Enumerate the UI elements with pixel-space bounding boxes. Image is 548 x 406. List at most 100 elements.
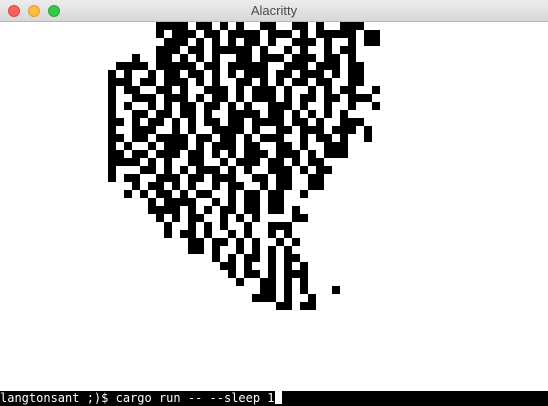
grid-cell	[276, 222, 284, 230]
grid-cell	[188, 118, 196, 126]
grid-cell	[148, 166, 156, 174]
grid-cell	[292, 158, 300, 166]
grid-cell	[236, 78, 244, 86]
grid-cell	[140, 134, 148, 142]
grid-cell	[228, 110, 236, 118]
grid-cell	[340, 126, 348, 134]
grid-cell	[212, 198, 220, 206]
grid-cell	[260, 278, 268, 286]
command-text: cargo run -- --sleep 1	[115, 391, 275, 405]
grid-cell	[252, 150, 260, 158]
terminal-area[interactable]: langtonsant ;)$ cargo run -- --sleep 1	[0, 22, 548, 406]
grid-cell	[284, 230, 292, 238]
grid-cell	[268, 38, 276, 46]
grid-cell	[220, 94, 228, 102]
grid-cell	[220, 86, 228, 94]
grid-cell	[220, 262, 228, 270]
grid-cell	[324, 38, 332, 46]
grid-cell	[164, 230, 172, 238]
grid-cell	[276, 158, 284, 166]
grid-cell	[268, 94, 276, 102]
grid-cell	[220, 142, 228, 150]
grid-cell	[284, 222, 292, 230]
grid-cell	[108, 166, 116, 174]
grid-cell	[300, 102, 308, 110]
grid-cell	[268, 294, 276, 302]
grid-cell	[164, 78, 172, 86]
grid-cell	[284, 86, 292, 94]
grid-cell	[284, 182, 292, 190]
grid-cell	[236, 238, 244, 246]
grid-cell	[316, 78, 324, 86]
grid-cell	[180, 230, 188, 238]
grid-cell	[124, 142, 132, 150]
grid-cell	[308, 110, 316, 118]
grid-cell	[332, 150, 340, 158]
grid-cell	[236, 94, 244, 102]
grid-cell	[188, 182, 196, 190]
grid-cell	[300, 118, 308, 126]
grid-cell	[212, 38, 220, 46]
grid-cell	[276, 166, 284, 174]
grid-cell	[292, 22, 300, 30]
grid-cell	[356, 62, 364, 70]
grid-cell	[188, 158, 196, 166]
grid-cell	[332, 126, 340, 134]
grid-cell	[164, 222, 172, 230]
grid-cell	[180, 62, 188, 70]
grid-cell	[212, 238, 220, 246]
grid-cell	[196, 174, 204, 182]
grid-cell	[196, 38, 204, 46]
grid-cell	[164, 102, 172, 110]
grid-cell	[364, 126, 372, 134]
grid-cell	[156, 174, 164, 182]
grid-cell	[148, 158, 156, 166]
grid-cell	[300, 262, 308, 270]
grid-cell	[228, 262, 236, 270]
grid-cell	[228, 150, 236, 158]
grid-cell	[324, 110, 332, 118]
grid-cell	[156, 118, 164, 126]
grid-cell	[140, 190, 148, 198]
grid-cell	[212, 94, 220, 102]
grid-cell	[276, 302, 284, 310]
grid-cell	[268, 222, 276, 230]
grid-cell	[268, 158, 276, 166]
grid-cell	[228, 46, 236, 54]
grid-cell	[164, 54, 172, 62]
grid-cell	[172, 46, 180, 54]
grid-cell	[308, 54, 316, 62]
grid-cell	[252, 110, 260, 118]
grid-cell	[236, 22, 244, 30]
grid-cell	[268, 134, 276, 142]
grid-cell	[196, 54, 204, 62]
grid-cell	[132, 174, 140, 182]
grid-cell	[148, 94, 156, 102]
grid-cell	[324, 94, 332, 102]
grid-cell	[364, 94, 372, 102]
grid-cell	[124, 158, 132, 166]
grid-cell	[244, 134, 252, 142]
grid-cell	[268, 118, 276, 126]
grid-cell	[228, 118, 236, 126]
grid-cell	[252, 62, 260, 70]
grid-cell	[108, 150, 116, 158]
grid-cell	[108, 174, 116, 182]
grid-cell	[236, 278, 244, 286]
grid-cell	[156, 190, 164, 198]
grid-cell	[364, 134, 372, 142]
grid-cell	[132, 158, 140, 166]
command-line[interactable]: langtonsant ;)$ cargo run -- --sleep 1	[0, 391, 548, 406]
grid-cell	[212, 126, 220, 134]
grid-cell	[196, 158, 204, 166]
grid-cell	[132, 126, 140, 134]
grid-cell	[340, 134, 348, 142]
title-bar[interactable]: Alacritty	[0, 0, 548, 22]
grid-cell	[276, 182, 284, 190]
grid-cell	[236, 54, 244, 62]
grid-cell	[268, 190, 276, 198]
grid-cell	[172, 126, 180, 134]
grid-cell	[180, 30, 188, 38]
grid-cell	[284, 126, 292, 134]
grid-cell	[308, 302, 316, 310]
